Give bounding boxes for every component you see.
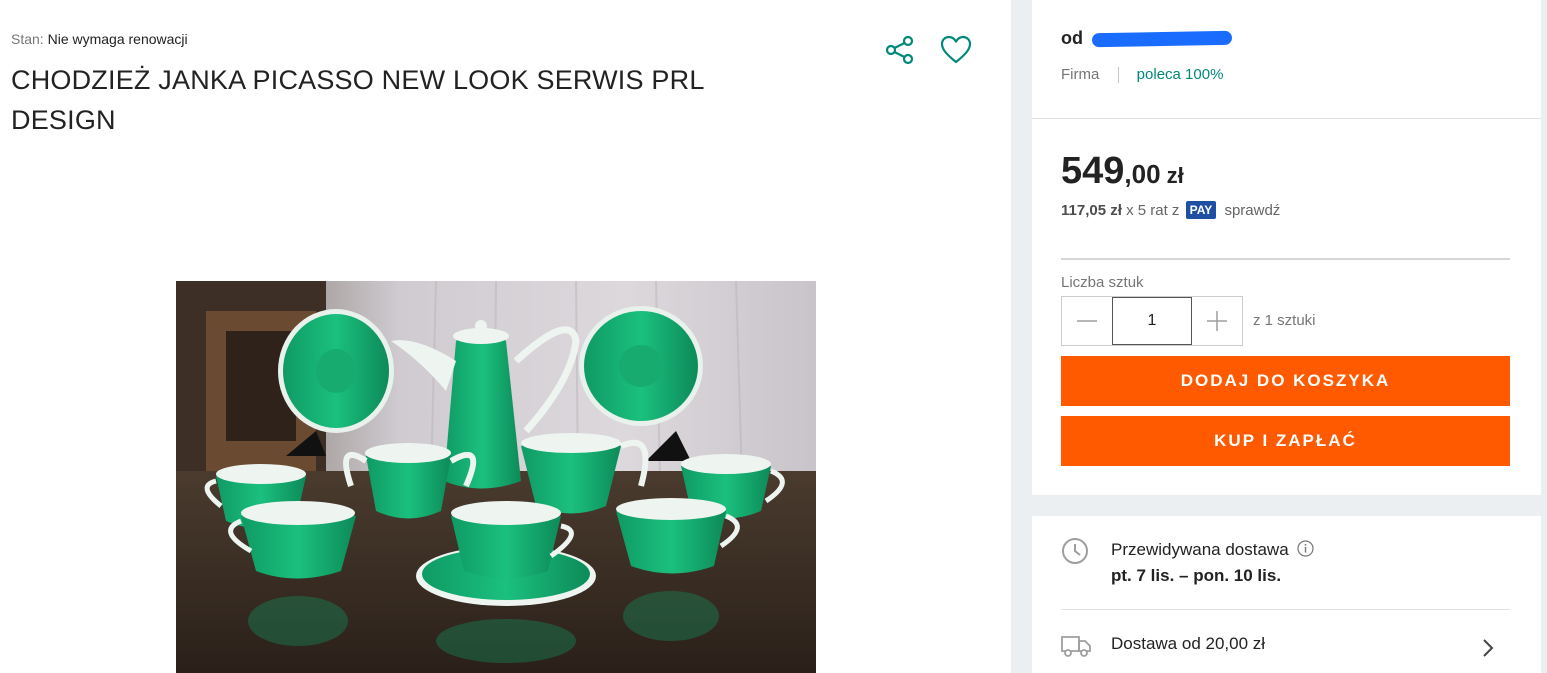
quantity-decrease-button[interactable] — [1062, 297, 1112, 345]
product-photo-image — [176, 281, 816, 673]
seller-recommend-link[interactable]: poleca 100% — [1137, 66, 1224, 83]
condition-label: Stan: — [11, 31, 44, 47]
installments-row: 117,05 zł x 5 rat z PAY sprawdź — [1061, 201, 1280, 219]
estimated-delivery-title: Przewidywana dostawa — [1111, 540, 1314, 560]
buy-now-button[interactable]: KUP I ZAPŁAĆ — [1061, 416, 1510, 466]
delivery-card: Przewidywana dostawa pt. 7 lis. – pon. 1… — [1032, 516, 1541, 673]
estimated-delivery-label: Przewidywana dostawa — [1111, 540, 1289, 559]
price-currency: zł — [1166, 163, 1184, 188]
heart-icon — [940, 35, 972, 64]
seller-name-redacted — [1091, 31, 1233, 48]
quantity-increase-button[interactable] — [1192, 297, 1242, 345]
condition-row: Stan: Nie wymaga renowacji — [11, 31, 188, 47]
seller-meta: Firma poleca 100% — [1061, 66, 1224, 84]
minus-icon — [1077, 320, 1097, 322]
favorite-button[interactable] — [936, 30, 976, 70]
seller-name[interactable]: od — [1061, 28, 1233, 49]
check-installments-link[interactable]: sprawdź — [1224, 202, 1280, 219]
product-title: CHODZIEŻ JANKA PICASSO NEW LOOK SERWIS P… — [11, 65, 704, 135]
estimated-delivery-row: Przewidywana dostawa pt. 7 lis. – pon. 1… — [1032, 516, 1541, 609]
purchase-card: od Firma poleca 100% 549,00 zł 117,05 zł … — [1032, 0, 1541, 495]
truck-icon — [1061, 636, 1091, 657]
price: 549,00 zł — [1061, 150, 1184, 193]
condition-value: Nie wymaga renowacji — [47, 31, 188, 47]
plus-icon — [1207, 311, 1227, 331]
seller-type: Firma — [1061, 66, 1100, 83]
product-photo[interactable] — [176, 281, 816, 673]
installment-text: x 5 rat z — [1126, 202, 1180, 219]
delivery-cost: Dostawa od 20,00 zł — [1111, 634, 1266, 653]
price-decimal: ,00 — [1124, 159, 1161, 189]
seller-divider — [1032, 118, 1541, 119]
delivery-cost-row[interactable]: Dostawa od 20,00 zł — [1032, 610, 1541, 673]
price-divider — [1061, 258, 1510, 260]
info-icon[interactable] — [1297, 540, 1314, 557]
installment-amount: 117,05 zł — [1061, 202, 1122, 219]
chevron-right-icon — [1483, 639, 1494, 657]
clock-icon — [1062, 538, 1088, 564]
product-main-panel: Stan: Nie wymaga renowacji CHODZIEŻ JANK… — [0, 0, 1011, 673]
quantity-input[interactable] — [1112, 297, 1192, 345]
quantity-available: z 1 sztuki — [1253, 312, 1316, 329]
add-to-cart-button[interactable]: DODAJ DO KOSZYKA — [1061, 356, 1510, 406]
pay-badge: PAY — [1185, 201, 1217, 219]
estimated-delivery-dates: pt. 7 lis. – pon. 10 lis. — [1111, 566, 1282, 585]
share-button[interactable] — [880, 30, 920, 70]
seller-meta-separator — [1117, 67, 1119, 84]
share-icon — [885, 35, 914, 65]
quantity-stepper — [1061, 296, 1243, 346]
seller-prefix: od — [1061, 28, 1083, 48]
quantity-label: Liczba sztuk — [1061, 274, 1144, 291]
price-integer: 549 — [1061, 150, 1125, 192]
